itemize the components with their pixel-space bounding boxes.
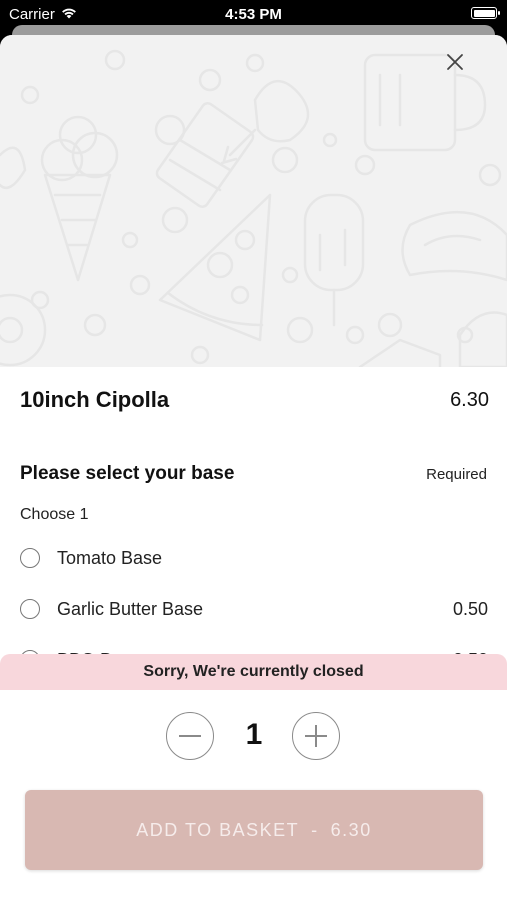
order-footer: 1 ADD TO BASKET - 6.30 [0, 690, 507, 900]
radio-button[interactable] [20, 548, 40, 568]
option-garlic-butter-base[interactable]: Garlic Butter Base 0.50 [20, 591, 488, 627]
item-price: 6.30 [450, 388, 489, 411]
option-price: 0.50 [452, 598, 488, 619]
add-button-price: 6.30 [330, 819, 372, 840]
option-label: Tomato Base [57, 547, 163, 568]
add-button-label: ADD TO BASKET [136, 819, 300, 840]
item-sheet: 10inch Cipolla 6.30 Please select your b… [0, 35, 507, 900]
status-time: 4:53 PM [225, 6, 282, 23]
section-title: Please select your base [20, 463, 235, 484]
quantity-value: 1 [245, 718, 263, 751]
item-title: 10inch Cipolla [20, 387, 170, 412]
decrease-quantity-button[interactable] [166, 712, 214, 760]
required-label: Required [426, 465, 487, 483]
status-bar: Carrier 4:53 PM [0, 0, 507, 28]
add-button-separator: - [311, 819, 319, 840]
choose-count-label: Choose 1 [20, 506, 89, 523]
item-header: 10inch Cipolla 6.30 [20, 387, 489, 413]
base-section-header: Please select your base Required [20, 463, 487, 485]
option-label: Garlic Butter Base [57, 598, 204, 619]
close-button[interactable] [446, 53, 476, 83]
hero-image [0, 35, 507, 367]
battery-icon [471, 7, 500, 19]
increase-quantity-button[interactable] [292, 712, 340, 760]
radio-button[interactable] [20, 599, 40, 619]
option-tomato-base[interactable]: Tomato Base [20, 540, 488, 576]
close-icon [447, 54, 463, 70]
closed-banner: Sorry, We're currently closed [0, 654, 507, 690]
food-doodle-pattern [0, 49, 507, 367]
add-to-basket-button[interactable]: ADD TO BASKET - 6.30 [25, 790, 483, 870]
quantity-stepper: 1 [0, 712, 507, 762]
